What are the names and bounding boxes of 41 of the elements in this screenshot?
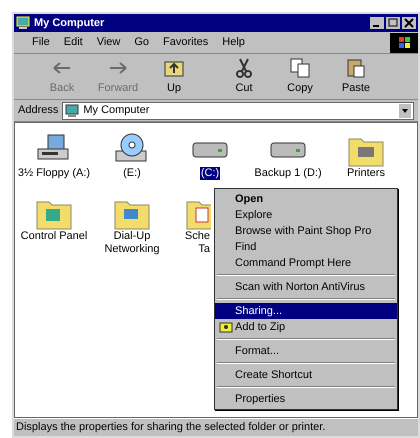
window-title: My Computer — [34, 16, 104, 31]
item-label[interactable]: Sche Ta — [184, 230, 211, 256]
address-label: Address — [18, 103, 58, 118]
menu-item[interactable]: Go — [134, 34, 150, 51]
computer-icon — [16, 16, 30, 30]
toolbar-button[interactable]: Cut — [216, 56, 272, 97]
menu-item[interactable]: Edit — [64, 34, 83, 51]
menu-item[interactable]: Properties — [215, 391, 397, 407]
status-text: Displays the properties for sharing the selected folder or printer. — [16, 420, 326, 436]
item-label[interactable]: Printers — [346, 167, 386, 180]
copy-icon — [288, 56, 312, 80]
item-label[interactable]: (C:) — [200, 167, 220, 180]
menu-item[interactable]: Add to Zip — [215, 319, 397, 335]
zip-icon — [219, 320, 233, 334]
menu-item[interactable]: Create Shortcut — [215, 367, 397, 383]
item-label[interactable]: (E:) — [122, 167, 142, 180]
menu-item[interactable]: Browse with Paint Shop Pro — [215, 223, 397, 239]
close-icon[interactable] — [402, 17, 416, 29]
toolbar-button[interactable]: Up — [146, 56, 202, 97]
item-label[interactable]: 3½ Floppy (A:) — [16, 167, 92, 180]
menu-item[interactable]: Open — [215, 191, 397, 207]
computer-icon — [65, 104, 80, 118]
menu-item[interactable]: Sharing... — [215, 303, 397, 319]
maximize-icon[interactable] — [386, 17, 400, 29]
menu-item[interactable]: Explore — [215, 207, 397, 223]
menu-item[interactable]: View — [96, 34, 120, 51]
item-label[interactable]: Dial-Up Networking — [93, 230, 171, 256]
item-label[interactable]: Control Panel — [20, 230, 88, 243]
menu-item[interactable]: File — [32, 34, 50, 51]
windows-logo-icon — [390, 32, 418, 52]
item-label[interactable]: Backup 1 (D:) — [253, 167, 323, 180]
toolbar-button[interactable]: Copy — [272, 56, 328, 97]
address-field[interactable]: My Computer — [62, 102, 414, 120]
menu-item[interactable]: Command Prompt Here — [215, 255, 397, 271]
minimize-icon[interactable] — [370, 17, 384, 29]
menu-item[interactable]: Scan with Norton AntiVirus — [215, 279, 397, 295]
menu-item[interactable]: Help — [222, 34, 245, 51]
menu-item[interactable]: Format... — [215, 343, 397, 359]
toolbar-button[interactable]: Paste — [328, 56, 384, 97]
menu-item[interactable]: Find — [215, 239, 397, 255]
menu-item[interactable]: Favorites — [163, 34, 208, 51]
